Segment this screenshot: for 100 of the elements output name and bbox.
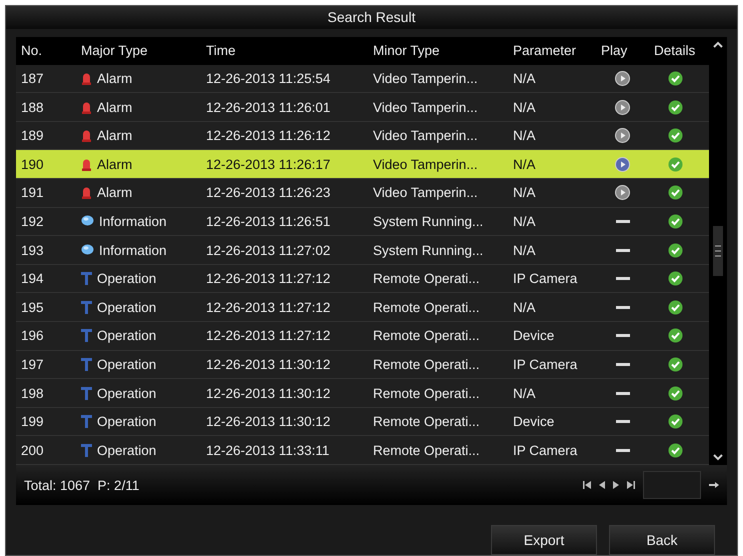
table-cell-text: Remote Operati... bbox=[372, 271, 481, 286]
action-button[interactable]: Back bbox=[609, 525, 715, 555]
table-cell-text: 188 bbox=[20, 100, 45, 115]
table-row[interactable]: 196 Operation 12-26-2013 11:27:12 Remote Operati... Device bbox=[16, 322, 709, 351]
page-input-field[interactable] bbox=[643, 471, 701, 499]
table-cell-text: N/A bbox=[512, 70, 537, 86]
table-cell-text: 12-26-2013 11:27:12 bbox=[205, 328, 332, 344]
check-icon[interactable] bbox=[668, 356, 682, 372]
column-header: No. bbox=[20, 43, 44, 58]
table-cell-text: 12-26-2013 11:26:23 bbox=[205, 185, 332, 200]
siren-icon bbox=[81, 129, 92, 142]
table-cell: Alarm bbox=[97, 100, 132, 115]
table-row[interactable]: 189 Alarm 12-26-2013 11:26:12 Video Tamperin... N/A bbox=[16, 122, 709, 150]
play-icon[interactable] bbox=[615, 70, 630, 86]
table-cell-text: 12-26-2013 11:27:12 bbox=[205, 271, 332, 286]
table-cell-text: Remote Operati... bbox=[372, 356, 481, 372]
table-row[interactable]: 197 Operation 12-26-2013 11:30:12 Remote Operati... IP Camera bbox=[16, 350, 709, 380]
check-icon[interactable] bbox=[668, 386, 682, 401]
dash-icon bbox=[616, 392, 630, 395]
table-cell-text: 12-26-2013 11:26:01 bbox=[205, 100, 332, 115]
table-cell-text: N/A bbox=[512, 100, 537, 115]
table-cell-text: IP Camera bbox=[512, 356, 578, 372]
table-row[interactable]: 195 Operation 12-26-2013 11:27:12 Remote Operati... N/A bbox=[16, 293, 709, 322]
table-cell-text: 12-26-2013 11:27:02 bbox=[205, 242, 332, 258]
table-cell-text: 194 bbox=[20, 271, 45, 286]
result-summary: Total: 1067 P: 2/11 bbox=[24, 478, 140, 492]
table-cell-text: 196 bbox=[20, 328, 45, 344]
table-cell-text: Remote Operati... bbox=[372, 300, 481, 315]
table-cell-text: Remote Operati... bbox=[372, 414, 481, 430]
play-icon[interactable] bbox=[615, 100, 630, 115]
table-cell: Alarm bbox=[97, 156, 132, 172]
last-page-icon[interactable] bbox=[627, 481, 635, 489]
table-cell-text: 12-26-2013 11:30:12 bbox=[205, 386, 332, 401]
table-cell-text: 12-26-2013 11:27:12 bbox=[205, 300, 332, 315]
check-icon[interactable] bbox=[668, 70, 682, 86]
table-cell-text: IP Camera bbox=[512, 442, 578, 458]
dash-icon bbox=[616, 334, 630, 338]
action-button[interactable]: Export bbox=[491, 525, 597, 555]
check-icon[interactable] bbox=[668, 328, 682, 344]
table-cell-text: Device bbox=[512, 328, 556, 344]
table-cell-text: 191 bbox=[20, 185, 45, 200]
table-cell-text: N/A bbox=[512, 214, 537, 229]
table-cell-text: N/A bbox=[512, 300, 537, 315]
table-cell-text: 12-26-2013 11:30:12 bbox=[205, 356, 332, 372]
check-icon[interactable] bbox=[668, 442, 682, 458]
check-icon[interactable] bbox=[668, 128, 682, 144]
table-cell-text: 12-26-2013 11:33:11 bbox=[205, 442, 330, 458]
table-cell-text: IP Camera bbox=[512, 271, 578, 286]
table-row[interactable]: 199 Operation 12-26-2013 11:30:12 Remote Operati... Device bbox=[16, 408, 709, 436]
table-cell-text: System Running... bbox=[372, 214, 484, 229]
table-row[interactable]: 198 Operation 12-26-2013 11:30:12 Remote Operati... N/A bbox=[16, 379, 709, 408]
play-icon[interactable] bbox=[615, 128, 630, 144]
table-cell-text: 190 bbox=[20, 156, 45, 172]
play-icon[interactable] bbox=[615, 185, 630, 200]
table-row[interactable]: 190 Alarm 12-26-2013 11:26:17 Video Tamperin... N/A bbox=[16, 150, 709, 180]
previous-page-icon[interactable] bbox=[599, 481, 605, 489]
info-bubble-icon bbox=[81, 244, 94, 256]
table-cell: Alarm bbox=[97, 185, 132, 200]
table-cell: Operation bbox=[97, 442, 156, 458]
scrollbar[interactable] bbox=[709, 36, 727, 465]
dash-icon bbox=[616, 277, 630, 280]
table-row[interactable]: 194 Operation 12-26-2013 11:27:12 Remote Operati... IP Camera bbox=[16, 264, 709, 294]
column-header: Parameter bbox=[512, 43, 578, 58]
column-header: Details bbox=[653, 43, 696, 58]
scroll-down-icon[interactable] bbox=[713, 454, 723, 461]
table-cell-text: Video Tamperin... bbox=[372, 156, 479, 172]
check-icon[interactable] bbox=[668, 242, 682, 258]
first-page-icon[interactable] bbox=[583, 481, 591, 489]
table-cell: Operation bbox=[97, 356, 156, 372]
table-row[interactable]: 187 Alarm 12-26-2013 11:25:54 Video Tamperin... N/A bbox=[16, 64, 709, 94]
table-cell-text: 193 bbox=[20, 242, 45, 258]
check-icon[interactable] bbox=[668, 100, 682, 115]
check-icon[interactable] bbox=[668, 300, 682, 315]
siren-icon bbox=[81, 100, 92, 114]
table-cell: Alarm bbox=[97, 70, 132, 86]
table-row[interactable]: 188 Alarm 12-26-2013 11:26:01 Video Tamperin... N/A bbox=[16, 93, 709, 122]
table-row[interactable]: 193 Information 12-26-2013 11:27:02 System Running... N/A bbox=[16, 236, 709, 265]
dash-icon bbox=[616, 448, 630, 452]
table-row[interactable]: 200 Operation 12-26-2013 11:33:11 Remote Operati... IP Camera bbox=[16, 436, 709, 465]
table-cell-text: Remote Operati... bbox=[372, 328, 481, 344]
table-cell-text: 198 bbox=[20, 386, 45, 401]
table-row[interactable]: 191 Alarm 12-26-2013 11:26:23 Video Tamperin... N/A bbox=[16, 179, 709, 208]
go-arrow-icon[interactable] bbox=[709, 482, 719, 488]
check-icon[interactable] bbox=[668, 185, 682, 200]
check-icon[interactable] bbox=[668, 271, 682, 286]
next-page-icon[interactable] bbox=[613, 481, 619, 489]
scroll-thumb-icon[interactable] bbox=[713, 226, 723, 276]
check-icon[interactable] bbox=[668, 214, 682, 229]
scroll-up-icon[interactable] bbox=[713, 40, 723, 48]
table-cell-text: 12-26-2013 11:30:12 bbox=[205, 414, 332, 430]
check-icon[interactable] bbox=[668, 156, 682, 172]
table-cell-text: 12-26-2013 11:26:51 bbox=[205, 214, 332, 229]
table-cell-text: 12-26-2013 11:25:54 bbox=[205, 70, 332, 86]
table-row[interactable]: 192 Information 12-26-2013 11:26:51 System Running... N/A bbox=[16, 208, 709, 236]
table-cell-text: System Running... bbox=[372, 242, 484, 258]
table-cell-text: Video Tamperin... bbox=[372, 185, 479, 200]
check-icon[interactable] bbox=[668, 414, 682, 430]
table-cell-text: 12-26-2013 11:26:17 bbox=[205, 156, 332, 172]
t-shape-icon bbox=[81, 272, 92, 286]
t-shape-icon bbox=[81, 329, 92, 342]
